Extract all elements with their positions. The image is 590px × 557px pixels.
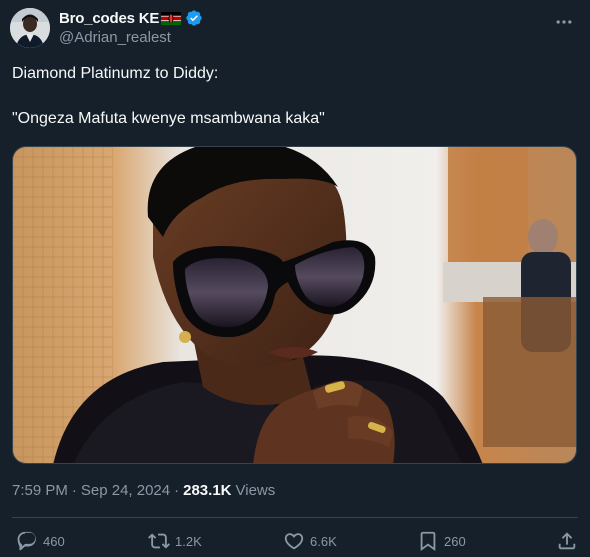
reply-button[interactable]: 460 bbox=[16, 530, 65, 552]
kenya-flag-icon bbox=[161, 11, 182, 25]
tweet-text-line-2: "Ongeza Mafuta kwenye msambwana kaka" bbox=[12, 110, 325, 127]
retweet-button[interactable]: 1.2K bbox=[148, 530, 202, 552]
retweet-icon bbox=[148, 533, 170, 549]
author-handle[interactable]: @Adrian_realest bbox=[59, 29, 203, 46]
tweet-date[interactable]: Sep 24, 2024 bbox=[81, 482, 170, 499]
retweet-count: 1.2K bbox=[175, 533, 202, 549]
tweet-time[interactable]: 7:59 PM bbox=[12, 482, 68, 499]
like-button[interactable]: 6.6K bbox=[283, 530, 337, 552]
reply-count: 460 bbox=[43, 533, 65, 549]
meta-separator: · bbox=[71, 482, 77, 499]
tweet-card: Bro_codes KE @Adrian_realest Diamond Pla… bbox=[0, 0, 590, 557]
author-names: Bro_codes KE @Adrian_realest bbox=[59, 8, 203, 46]
tweet-header: Bro_codes KE @Adrian_realest bbox=[10, 8, 580, 52]
views-count[interactable]: 283.1K bbox=[183, 482, 231, 499]
photo-man-in-sunglasses bbox=[13, 147, 576, 463]
share-button[interactable] bbox=[556, 530, 578, 552]
tweet-meta: 7:59 PM · Sep 24, 2024 · 283.1K Views bbox=[12, 482, 275, 499]
more-dots-icon bbox=[556, 20, 572, 24]
tweet-text-line-1: Diamond Platinumz to Diddy: bbox=[12, 65, 219, 82]
views-label: Views bbox=[235, 482, 276, 499]
meta-separator: · bbox=[174, 482, 180, 499]
heart-icon bbox=[284, 533, 304, 550]
display-name[interactable]: Bro_codes KE bbox=[59, 10, 159, 27]
like-count: 6.6K bbox=[310, 533, 337, 549]
display-name-row: Bro_codes KE bbox=[59, 8, 203, 28]
bookmark-button[interactable]: 260 bbox=[417, 530, 466, 552]
tweet-text: Diamond Platinumz to Diddy: "Ongeza Mafu… bbox=[12, 63, 578, 130]
bookmark-count: 260 bbox=[444, 533, 466, 549]
reply-icon bbox=[17, 531, 36, 551]
tweet-photo[interactable] bbox=[12, 146, 577, 464]
bookmark-icon bbox=[420, 531, 436, 552]
verified-badge-icon[interactable] bbox=[185, 9, 203, 27]
more-options-button[interactable] bbox=[552, 10, 576, 34]
action-bar: 460 1.2K 6.6K 260 bbox=[12, 527, 578, 555]
divider bbox=[12, 517, 578, 518]
avatar[interactable] bbox=[10, 8, 50, 48]
share-icon bbox=[558, 532, 576, 550]
